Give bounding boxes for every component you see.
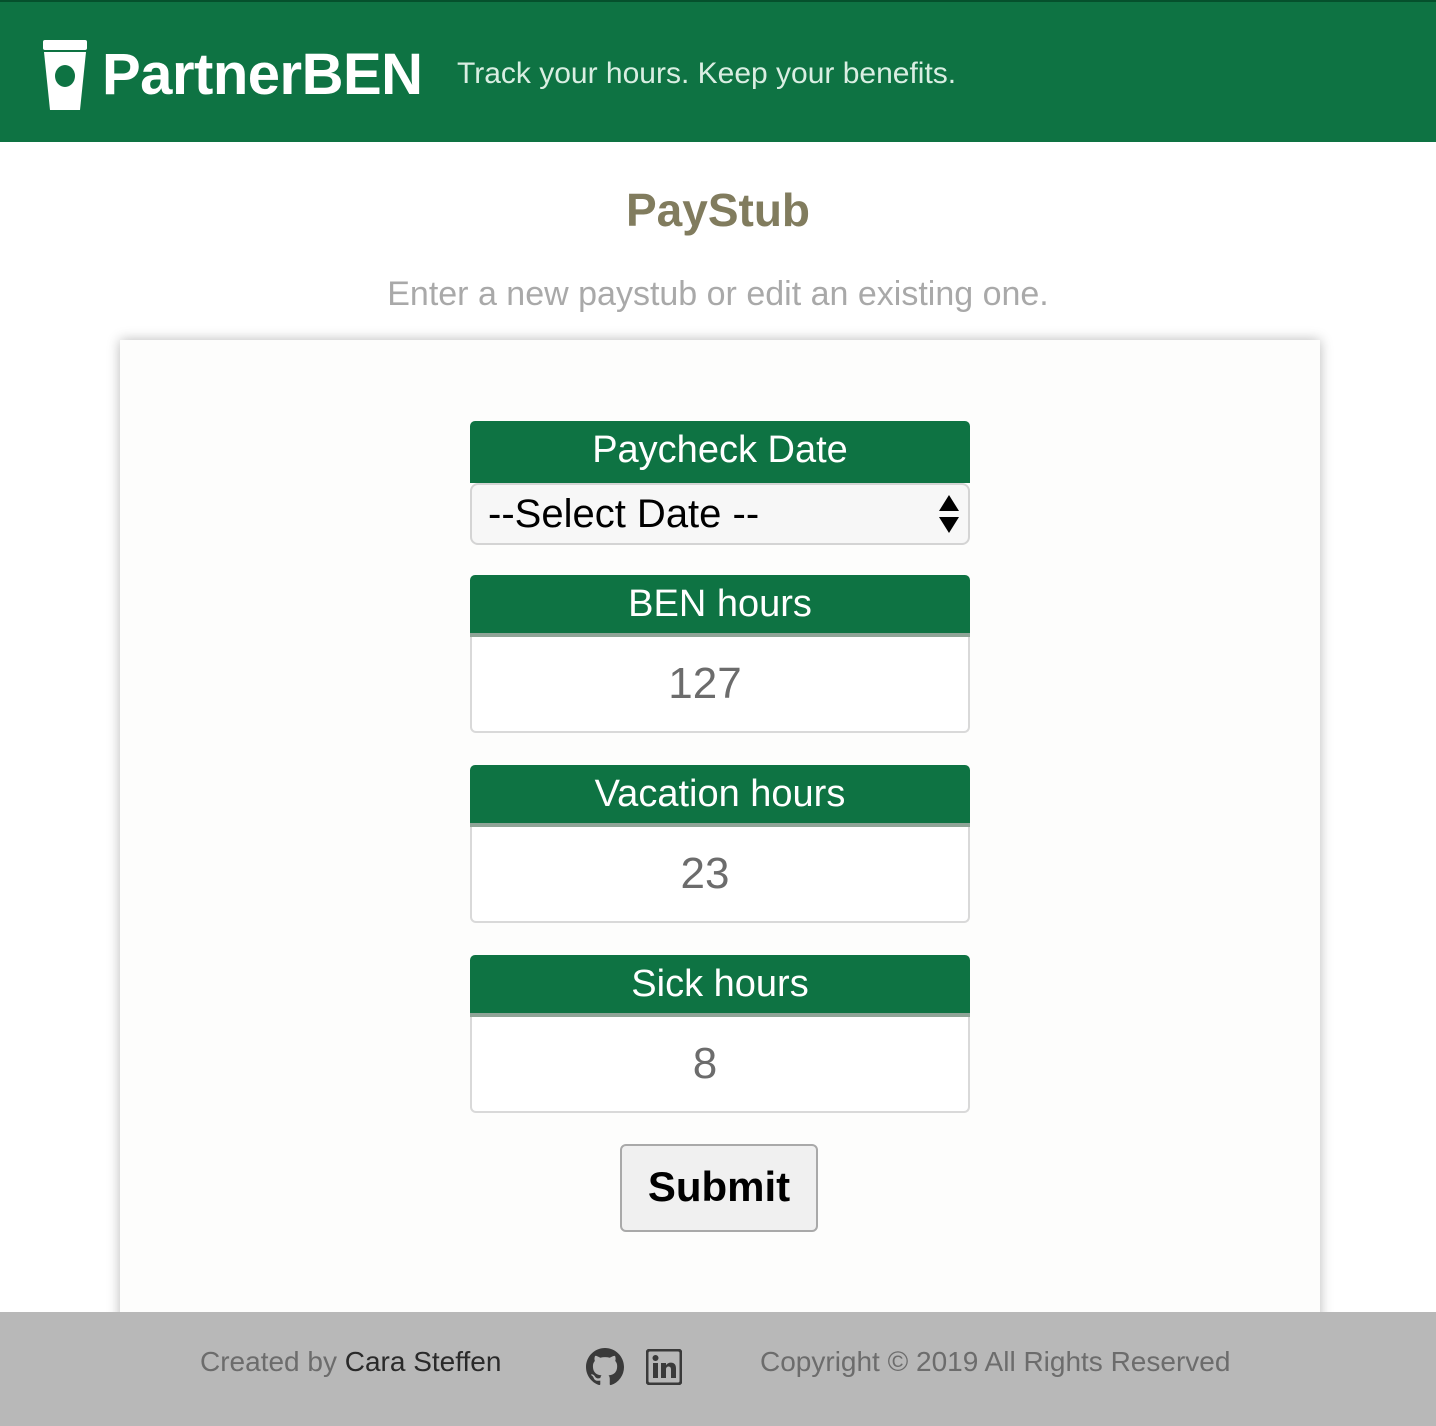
vacation-hours-input[interactable]: 23 <box>470 827 970 923</box>
github-icon[interactable] <box>586 1348 624 1386</box>
linkedin-icon[interactable] <box>646 1349 682 1385</box>
created-by-text: Created by <box>200 1346 337 1377</box>
sick-hours-label: Sick hours <box>470 955 970 1017</box>
paycheck-date-select[interactable]: --Select Date -- <box>470 483 970 545</box>
vacation-hours-group: Vacation hours 23 <box>470 765 970 923</box>
author-link[interactable]: Cara Steffen <box>345 1346 502 1377</box>
paycheck-date-group: Paycheck Date --Select Date -- <box>470 421 970 545</box>
paycheck-date-label: Paycheck Date <box>470 421 970 483</box>
footer-credit: Created by Cara Steffen <box>200 1342 501 1382</box>
brand-name[interactable]: PartnerBEN <box>102 40 423 110</box>
coffee-cup-icon[interactable] <box>40 40 90 110</box>
ben-hours-label: BEN hours <box>470 575 970 637</box>
submit-button[interactable]: Submit <box>620 1144 818 1232</box>
ben-hours-group: BEN hours 127 <box>470 575 970 733</box>
app-header: PartnerBEN Track your hours. Keep your b… <box>0 0 1436 142</box>
ben-hours-input[interactable]: 127 <box>470 637 970 733</box>
paycheck-date-selected-value: --Select Date -- <box>488 492 760 536</box>
page-subtitle: Enter a new paystub or edit an existing … <box>387 275 1049 313</box>
sick-hours-input[interactable]: 8 <box>470 1017 970 1113</box>
page-title: PayStub <box>625 184 811 236</box>
select-arrows-icon <box>939 495 959 533</box>
copyright-text: Copyright © 2019 All Rights Reserved <box>760 1346 1231 1377</box>
vacation-hours-label: Vacation hours <box>470 765 970 827</box>
tagline: Track your hours. Keep your benefits. <box>457 57 957 90</box>
page-footer: Created by Cara Steffen Copyright © 2019… <box>0 1312 1436 1426</box>
sick-hours-group: Sick hours 8 <box>470 955 970 1113</box>
